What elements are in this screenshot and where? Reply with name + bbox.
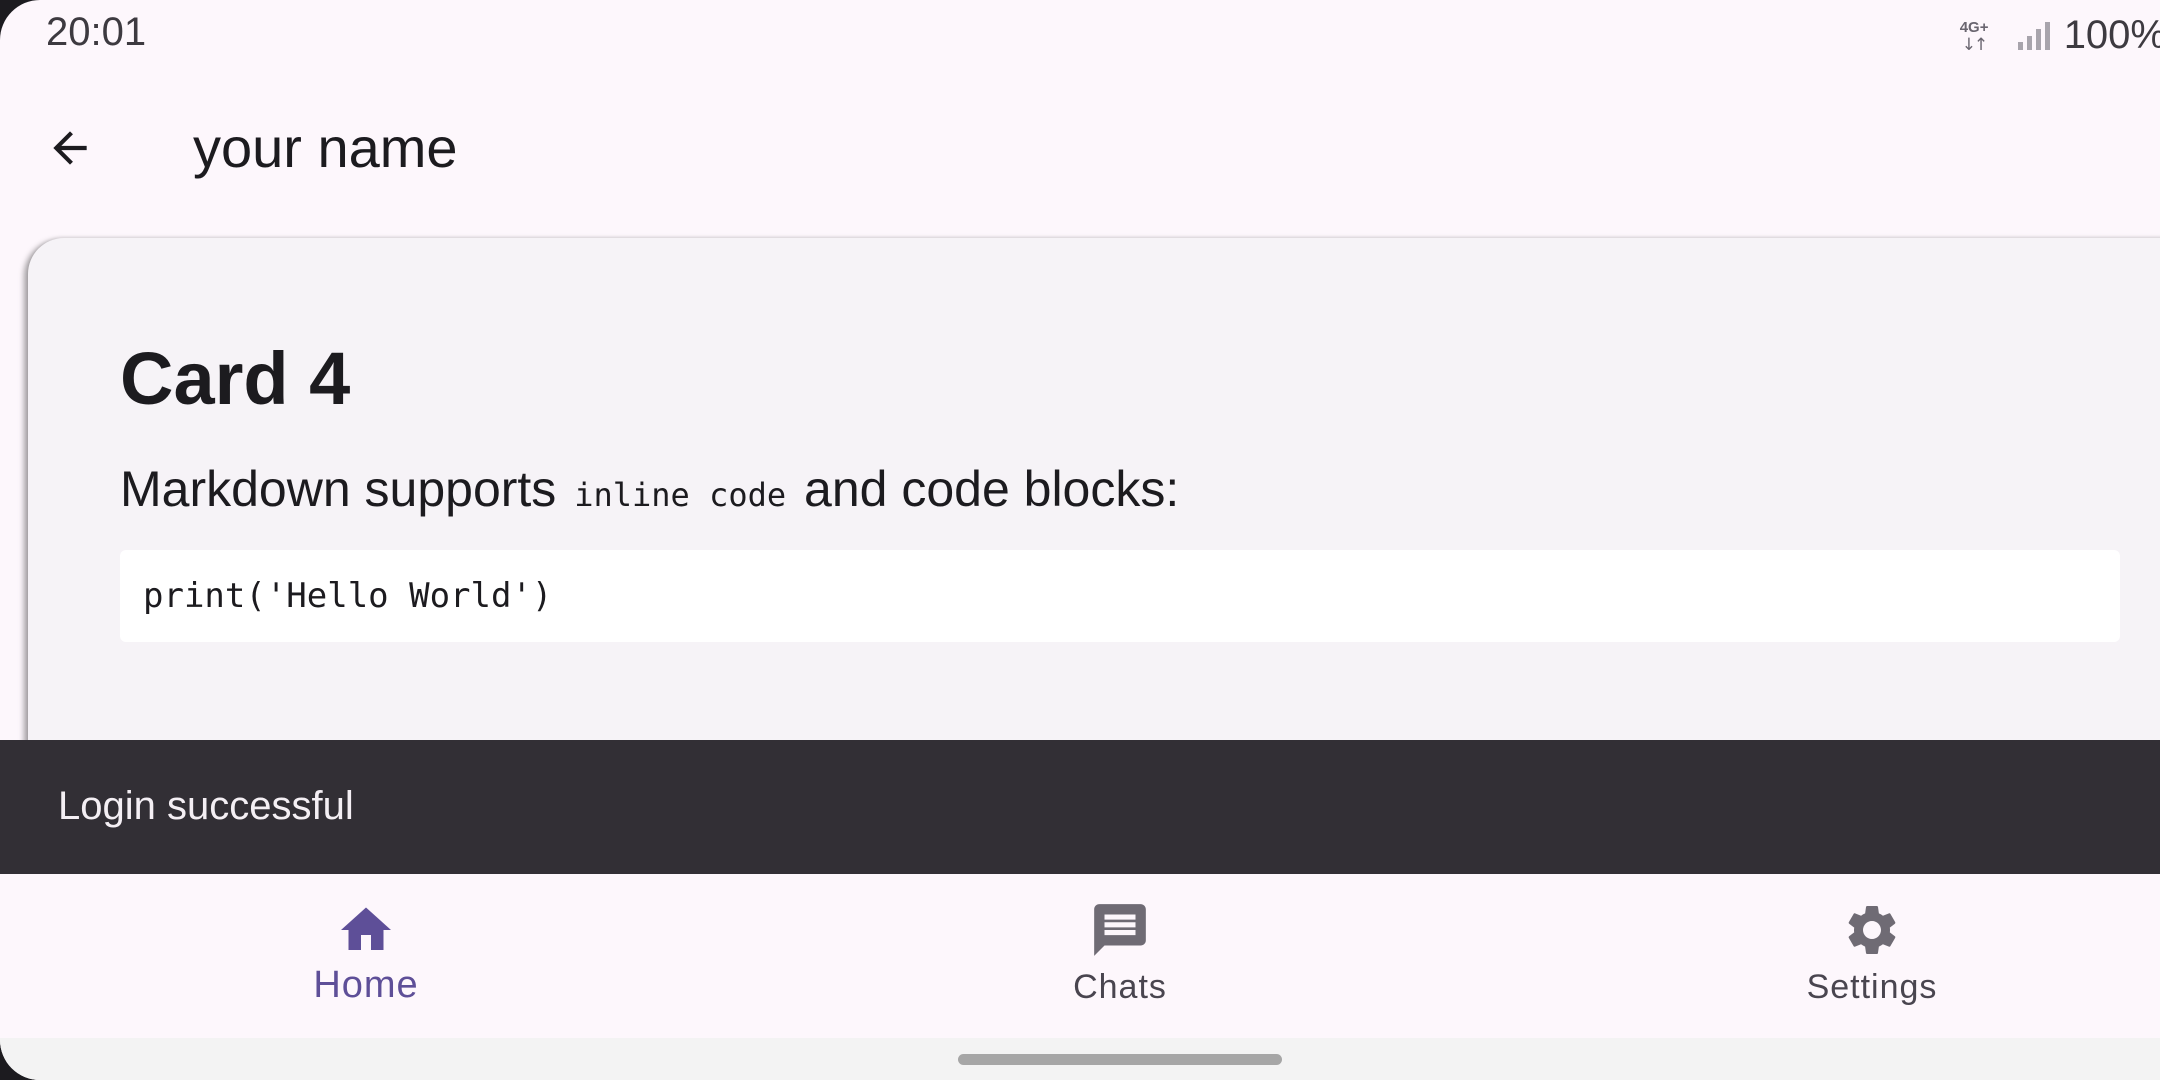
gear-icon <box>1842 898 1902 962</box>
network-arrows: ↓↑ <box>1961 35 1988 55</box>
app-bar: your name <box>0 80 2160 210</box>
network-4g-icon: 4G+ ↓↑ <box>1960 15 2004 55</box>
snackbar: Login successful <box>0 740 2160 874</box>
arrow-back-icon <box>53 131 87 165</box>
gesture-navigation-area <box>0 1038 2160 1080</box>
nav-label-home: Home <box>313 964 419 1006</box>
paragraph-text-before: Markdown supports <box>120 461 571 517</box>
inline-code: inline code <box>574 476 787 514</box>
gesture-handle[interactable] <box>958 1054 1282 1065</box>
status-icons: 4G+ ↓↑ 100% <box>1960 10 2160 60</box>
nav-item-home[interactable]: Home <box>216 874 516 1038</box>
markdown-card: Card 4 Markdown supports inline code and… <box>28 238 2160 798</box>
nav-label-settings: Settings <box>1806 968 1938 1006</box>
code-block: print('Hello World') <box>120 550 2120 642</box>
code-block-text: print('Hello World') <box>143 576 553 616</box>
status-time: 20:01 <box>46 10 147 54</box>
signal-icon <box>2017 20 2050 50</box>
card-paragraph: Markdown supports inline code and code b… <box>120 460 1179 518</box>
status-bar: 20:01 4G+ ↓↑ 100% <box>0 0 2160 70</box>
nav-item-chats[interactable]: Chats <box>970 874 1270 1038</box>
snackbar-message: Login successful <box>58 784 354 828</box>
back-button[interactable] <box>30 108 110 188</box>
nav-item-settings[interactable]: Settings <box>1722 874 2022 1038</box>
card-title: Card 4 <box>120 337 351 420</box>
home-icon <box>336 898 396 962</box>
chat-icon <box>1089 898 1151 962</box>
network-label: 4G+ <box>1959 19 1989 36</box>
paragraph-text-after: and code blocks: <box>790 461 1180 517</box>
page-title: your name <box>193 116 458 179</box>
battery-level: 100% <box>2063 12 2160 57</box>
nav-label-chats: Chats <box>1073 968 1167 1006</box>
app-screen: 20:01 4G+ ↓↑ 100% your name Card 4 Markd… <box>0 0 2160 1080</box>
bottom-navigation: Home Chats Settings <box>0 874 2160 1038</box>
